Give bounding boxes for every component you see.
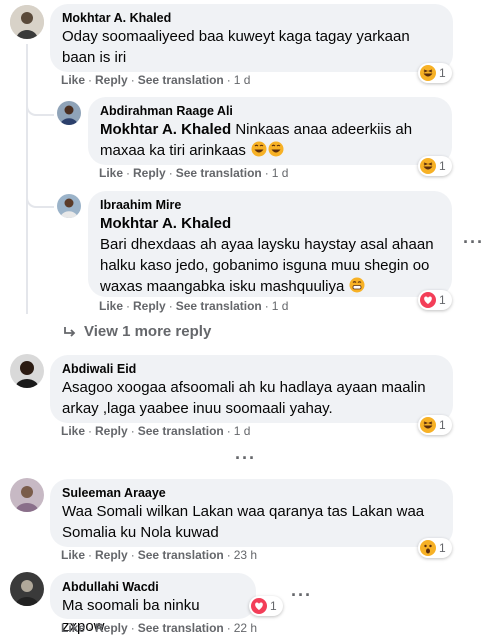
reaction-badge[interactable]: 1 bbox=[418, 415, 452, 435]
reply-link[interactable]: Reply bbox=[95, 73, 128, 87]
see-translation-link[interactable]: See translation bbox=[176, 299, 262, 313]
comment-actions: Like · Reply · See translation · 1 d bbox=[61, 424, 251, 438]
see-translation-link[interactable]: See translation bbox=[138, 424, 224, 438]
reply-link[interactable]: Reply bbox=[95, 548, 128, 562]
reaction-badge[interactable]: 1 bbox=[418, 290, 452, 310]
comment-actions: Like · Reply · See translation · 1 d bbox=[61, 73, 251, 87]
comment-bubble: Ibraahim Mire Mokhtar A. Khaled Bari dhex… bbox=[88, 191, 452, 297]
love-icon bbox=[251, 598, 267, 614]
more-options-icon[interactable]: ··· bbox=[235, 448, 256, 469]
see-translation-link[interactable]: See translation bbox=[176, 166, 262, 180]
love-icon bbox=[420, 292, 436, 308]
comment-bubble: Suleeman Araaye Waa Somali wilkan Lakan … bbox=[50, 479, 453, 547]
laughing-emoji-icon bbox=[268, 141, 284, 157]
timestamp[interactable]: 1 d bbox=[234, 424, 251, 438]
haha-icon bbox=[420, 417, 436, 433]
thread-branch bbox=[26, 96, 54, 116]
comment-author[interactable]: Abdullahi Wacdi bbox=[62, 579, 244, 595]
reaction-badge[interactable]: 1 bbox=[249, 596, 283, 616]
like-link[interactable]: Like bbox=[99, 299, 123, 313]
view-more-label: View 1 more reply bbox=[84, 323, 212, 340]
reply-link[interactable]: Reply bbox=[133, 299, 166, 313]
avatar[interactable] bbox=[10, 354, 44, 388]
timestamp[interactable]: 1 d bbox=[272, 166, 289, 180]
reaction-badge[interactable]: 1 bbox=[418, 156, 452, 176]
comment-bubble: Abdirahman Raage Ali Mokhtar A. Khaled N… bbox=[88, 97, 452, 165]
comment-actions: Like · Reply · See translation · 22 h bbox=[61, 621, 258, 635]
haha-icon bbox=[420, 158, 436, 174]
mention-tag[interactable]: Mokhtar A. Khaled bbox=[100, 121, 231, 138]
comment-bubble: Abdullahi Wacdi Ma soomali ba ninku zxpo… bbox=[50, 573, 256, 635]
reaction-badge[interactable]: 1 bbox=[418, 63, 452, 83]
reply-arrow-icon bbox=[64, 326, 76, 337]
comment-text: Mokhtar A. Khaled Ninkaas anaa adeerkiis… bbox=[100, 119, 440, 161]
timestamp[interactable]: 23 h bbox=[234, 548, 257, 562]
like-link[interactable]: Like bbox=[99, 166, 123, 180]
thread-branch bbox=[26, 188, 54, 208]
avatar[interactable] bbox=[10, 5, 44, 39]
comment-bubble: Mokhtar A. Khaled Oday soomaaliyeed baa … bbox=[50, 4, 453, 72]
wow-icon bbox=[420, 540, 436, 556]
comment-author[interactable]: Suleeman Araaye bbox=[62, 485, 441, 501]
reaction-count: 1 bbox=[439, 66, 446, 80]
like-link[interactable]: Like bbox=[61, 621, 85, 635]
comment-text: Oday soomaaliyeed baa kuweyt kaga tagay … bbox=[62, 28, 410, 66]
comment-author[interactable]: Abdiwali Eid bbox=[62, 361, 441, 377]
see-translation-link[interactable]: See translation bbox=[138, 621, 224, 635]
like-link[interactable]: Like bbox=[61, 548, 85, 562]
comment-bubble: Abdiwali Eid Asagoo xoogaa afsoomali ah … bbox=[50, 355, 453, 423]
comment-author[interactable]: Abdirahman Raage Ali bbox=[100, 103, 440, 119]
comment-text: Mokhtar A. Khaled Bari dhexdaas ah ayaa l… bbox=[100, 213, 440, 297]
reply-link[interactable]: Reply bbox=[95, 621, 128, 635]
avatar[interactable] bbox=[10, 572, 44, 606]
reaction-count: 1 bbox=[270, 599, 277, 613]
like-link[interactable]: Like bbox=[61, 424, 85, 438]
reply-link[interactable]: Reply bbox=[95, 424, 128, 438]
reaction-count: 1 bbox=[439, 293, 446, 307]
mention-tag[interactable]: Mokhtar A. Khaled bbox=[100, 213, 440, 234]
avatar[interactable] bbox=[57, 101, 81, 125]
reaction-badge[interactable]: 1 bbox=[418, 538, 452, 558]
more-options-icon[interactable]: ··· bbox=[291, 585, 312, 606]
comment-body: Bari dhexdaas ah ayaa laysku haystay asa… bbox=[100, 236, 434, 295]
grinning-emoji-icon bbox=[349, 277, 365, 293]
more-options-icon[interactable]: ··· bbox=[463, 232, 484, 253]
thread-line bbox=[26, 44, 28, 314]
avatar[interactable] bbox=[10, 478, 44, 512]
comment-actions: Like · Reply · See translation · 23 h bbox=[61, 548, 258, 562]
reaction-count: 1 bbox=[439, 159, 446, 173]
comment-author[interactable]: Mokhtar A. Khaled bbox=[62, 10, 441, 26]
avatar[interactable] bbox=[57, 194, 81, 218]
timestamp[interactable]: 22 h bbox=[234, 621, 257, 635]
laughing-emoji-icon bbox=[251, 141, 267, 157]
see-translation-link[interactable]: See translation bbox=[138, 73, 224, 87]
reply-link[interactable]: Reply bbox=[133, 166, 166, 180]
view-more-replies-button[interactable]: View 1 more reply bbox=[62, 323, 211, 340]
reaction-count: 1 bbox=[439, 541, 446, 555]
see-translation-link[interactable]: See translation bbox=[138, 548, 224, 562]
timestamp[interactable]: 1 d bbox=[234, 73, 251, 87]
reaction-count: 1 bbox=[439, 418, 446, 432]
comment-actions: Like · Reply · See translation · 1 d bbox=[99, 166, 289, 180]
like-link[interactable]: Like bbox=[61, 73, 85, 87]
comment-actions: Like · Reply · See translation · 1 d bbox=[99, 299, 289, 313]
comment-text: Waa Somali wilkan Lakan waa qaranya tas … bbox=[62, 503, 425, 541]
haha-icon bbox=[420, 65, 436, 81]
comment-author[interactable]: Ibraahim Mire bbox=[100, 197, 440, 213]
timestamp[interactable]: 1 d bbox=[272, 299, 289, 313]
comment-text: Asagoo xoogaa afsoomali ah ku hadlaya ay… bbox=[62, 379, 426, 417]
